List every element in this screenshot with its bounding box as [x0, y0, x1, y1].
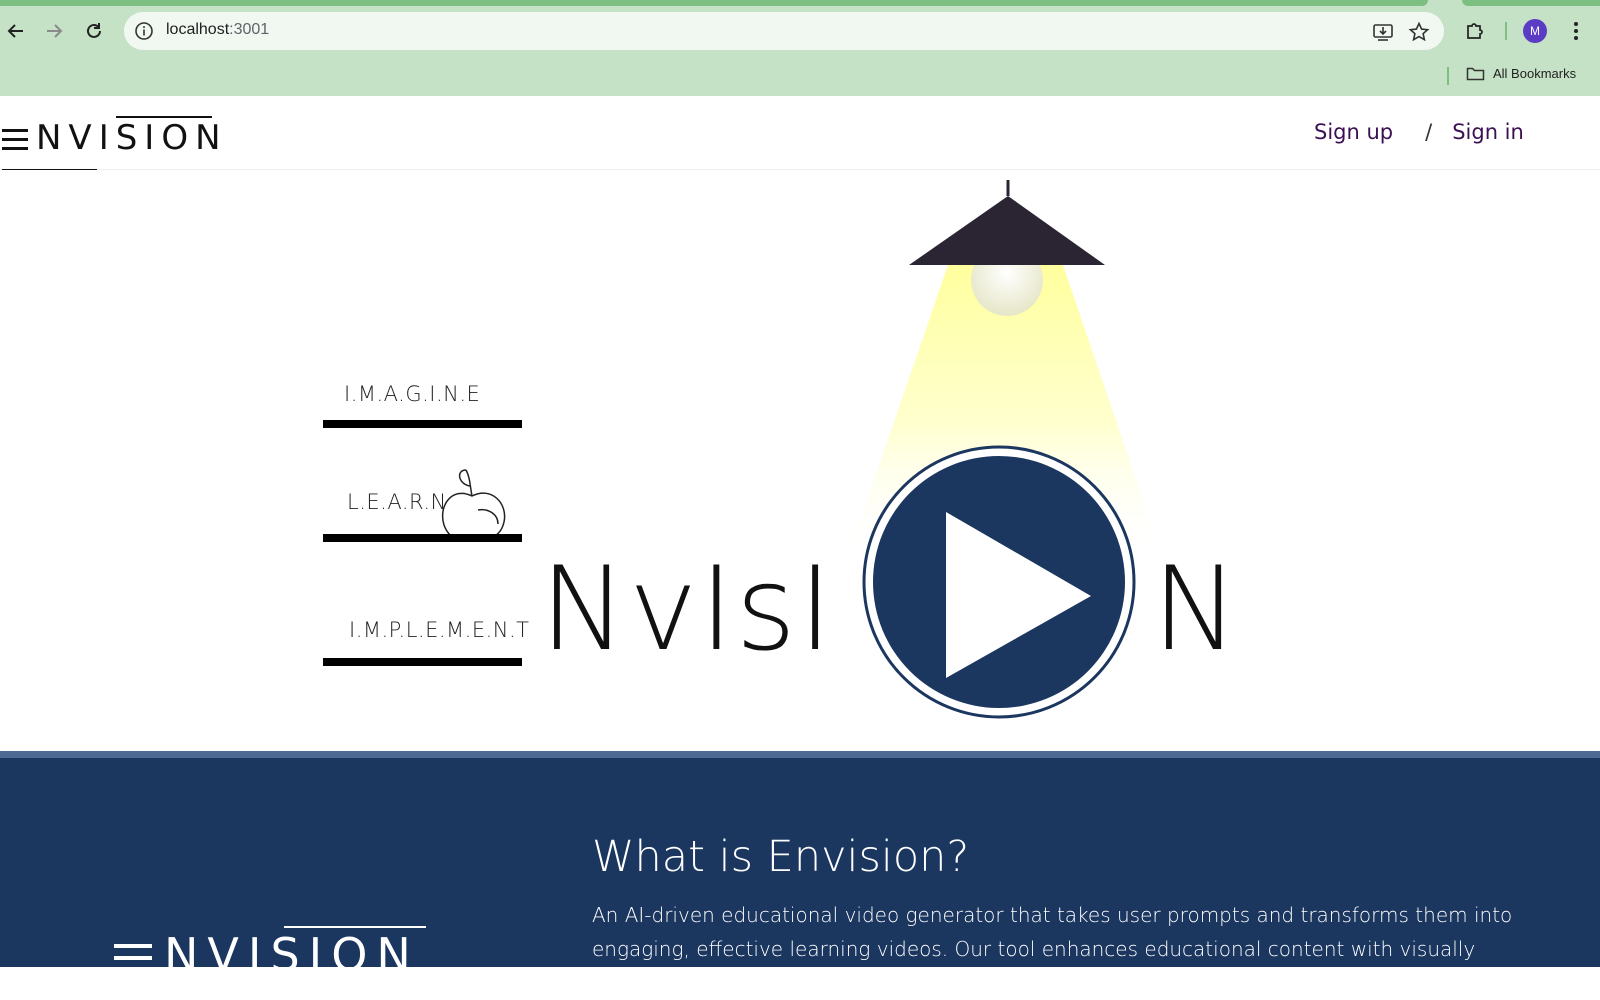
address-bar[interactable]: localhost:3001 — [124, 12, 1444, 50]
footer-menu-lines-icon — [114, 944, 152, 968]
footer-logo: NVISION — [114, 926, 434, 988]
menu-lines-icon[interactable] — [2, 129, 30, 156]
lamp-shade — [909, 196, 1105, 265]
learn-word: L.E.A.R.N — [347, 490, 447, 514]
bookmark-star-icon[interactable] — [1408, 21, 1430, 43]
hero-title-left: NvIsI — [540, 542, 835, 677]
forward-arrow-icon — [47, 24, 63, 38]
puzzle-icon — [1467, 23, 1483, 39]
tab-strip-edge — [1462, 0, 1600, 6]
active-tab-strip — [0, 0, 1428, 6]
learn-shelf — [323, 534, 522, 542]
install-app-icon[interactable] — [1372, 21, 1394, 43]
url-port: :3001 — [229, 21, 270, 38]
imagine-shelf — [323, 420, 522, 428]
implement-word: I.M.P.L.E.M.E.N.T — [349, 618, 530, 642]
about-body: An AI-driven educational video generator… — [592, 903, 1513, 995]
about-title: What is Envision? — [592, 832, 970, 882]
back-button[interactable] — [2, 17, 30, 45]
url-text[interactable]: localhost:3001 — [166, 21, 269, 39]
all-bookmarks-label: All Bookmarks — [1493, 66, 1577, 81]
site-info-icon[interactable] — [134, 21, 154, 41]
footer-logo-text: NVISION — [164, 928, 420, 982]
url-host: localhost — [166, 21, 230, 38]
hero-section: I.M.A.G.I.N.E L.E.A.R.N I.M.P.L.E.M.E.N.… — [0, 170, 1600, 751]
about-section: NVISION What is Envision? An AI-driven e… — [0, 751, 1600, 995]
browser-chrome: localhost:3001 M All Bookmarks — [0, 0, 1600, 96]
toolbar-separator — [1505, 22, 1507, 40]
imagine-word: I.M.A.G.I.N.E — [344, 382, 481, 406]
hero-title-right: N — [1152, 542, 1241, 677]
logo-text: NVISION — [36, 118, 228, 158]
apple-icon — [441, 469, 506, 541]
kebab-menu-icon — [1574, 22, 1578, 40]
site-header: NVISION Sign up / Sign in — [0, 96, 1600, 171]
envision-logo[interactable]: NVISION — [0, 106, 221, 171]
back-arrow-icon — [7, 24, 23, 38]
implement-shelf — [323, 658, 522, 666]
all-bookmarks-button[interactable]: All Bookmarks — [1466, 66, 1576, 81]
reload-button[interactable] — [80, 17, 108, 45]
auth-separator: / — [1425, 120, 1433, 144]
sign-in-link[interactable]: Sign in — [1452, 120, 1524, 144]
auth-links: Sign up / Sign in — [1314, 120, 1524, 144]
reload-icon — [87, 23, 101, 38]
folder-icon — [1466, 67, 1485, 81]
forward-button[interactable] — [40, 17, 68, 45]
profile-avatar[interactable]: M — [1523, 19, 1547, 43]
browser-menu-button[interactable] — [1563, 18, 1589, 44]
bookmarks-separator — [1447, 67, 1449, 85]
extensions-button[interactable] — [1462, 18, 1488, 44]
sign-up-link[interactable]: Sign up — [1314, 120, 1393, 144]
